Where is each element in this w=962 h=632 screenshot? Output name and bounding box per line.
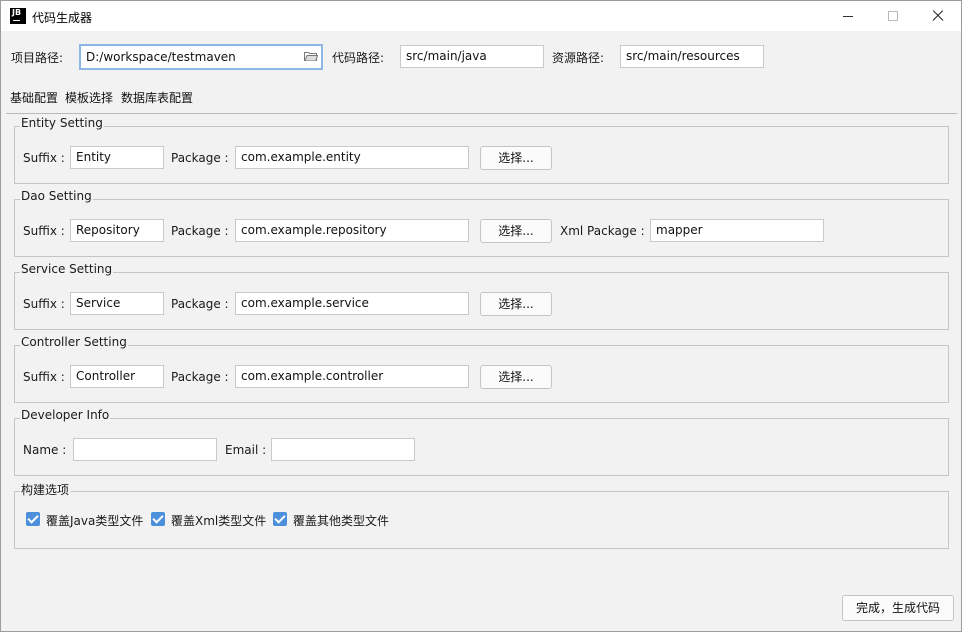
maximize-icon xyxy=(888,11,898,21)
override-java-checkbox[interactable] xyxy=(26,512,40,526)
maximize-button[interactable] xyxy=(870,1,916,31)
build-options-group: 构建选项 覆盖Java类型文件 覆盖Xml类型文件 覆盖其他类型文件 xyxy=(14,481,949,549)
controller-choose-button[interactable]: 选择... xyxy=(480,365,552,389)
resource-path-label: 资源路径: xyxy=(552,51,605,65)
service-package-input[interactable]: com.example.service xyxy=(235,292,469,315)
close-icon xyxy=(932,10,944,22)
entity-setting-group: Entity Setting Suffix : Entity Package :… xyxy=(14,116,949,184)
service-suffix-label: Suffix : xyxy=(23,297,65,311)
project-path-label: 项目路径: xyxy=(11,51,64,65)
tab-db-table-config[interactable]: 数据库表配置 xyxy=(121,89,193,106)
project-path-value: D:/workspace/testmaven xyxy=(86,50,236,64)
resource-path-input[interactable]: src/main/resources xyxy=(620,45,764,68)
controller-suffix-value: Controller xyxy=(76,369,136,383)
dao-suffix-label: Suffix : xyxy=(23,224,65,238)
controller-package-value: com.example.controller xyxy=(241,369,384,383)
entity-suffix-input[interactable]: Entity xyxy=(70,146,164,169)
dao-setting-title: Dao Setting xyxy=(20,189,93,203)
tab-template-select[interactable]: 模板选择 xyxy=(65,89,113,106)
build-options-title: 构建选项 xyxy=(20,481,71,498)
tab-bar: 基础配置 模板选择 数据库表配置 xyxy=(10,89,193,106)
minimize-button[interactable] xyxy=(825,1,871,31)
controller-package-label: Package : xyxy=(171,370,229,384)
controller-setting-group: Controller Setting Suffix : Controller P… xyxy=(14,335,949,403)
xml-package-label: Xml Package : xyxy=(560,224,645,238)
developer-info-group: Developer Info Name : Email : xyxy=(14,408,949,476)
entity-package-input[interactable]: com.example.entity xyxy=(235,146,469,169)
code-path-value: src/main/java xyxy=(406,49,487,63)
controller-package-input[interactable]: com.example.controller xyxy=(235,365,469,388)
override-xml-label[interactable]: 覆盖Xml类型文件 xyxy=(171,512,266,529)
developer-info-title: Developer Info xyxy=(20,408,111,422)
override-other-checkbox[interactable] xyxy=(273,512,287,526)
resource-path-value: src/main/resources xyxy=(626,49,740,63)
code-path-label: 代码路径: xyxy=(332,51,385,65)
controller-setting-title: Controller Setting xyxy=(20,335,128,349)
service-suffix-input[interactable]: Service xyxy=(70,292,164,315)
project-path-input[interactable]: D:/workspace/testmaven xyxy=(79,44,323,70)
dao-choose-button[interactable]: 选择... xyxy=(480,219,552,243)
service-choose-button[interactable]: 选择... xyxy=(480,292,552,316)
minimize-icon xyxy=(843,15,853,17)
entity-package-label: Package : xyxy=(171,151,229,165)
entity-choose-button[interactable]: 选择... xyxy=(480,146,552,170)
service-package-value: com.example.service xyxy=(241,296,369,310)
service-suffix-value: Service xyxy=(76,296,121,310)
entity-setting-title: Entity Setting xyxy=(20,116,104,130)
entity-suffix-label: Suffix : xyxy=(23,151,65,165)
override-other-label[interactable]: 覆盖其他类型文件 xyxy=(293,512,389,529)
tab-basic-config[interactable]: 基础配置 xyxy=(10,89,58,106)
controller-suffix-input[interactable]: Controller xyxy=(70,365,164,388)
developer-email-label: Email : xyxy=(225,443,267,457)
code-generator-window: JB 代码生成器 项目路径: D:/workspace/testmaven 代码… xyxy=(0,0,962,632)
controller-suffix-label: Suffix : xyxy=(23,370,65,384)
window-title: 代码生成器 xyxy=(32,11,93,25)
dao-setting-group: Dao Setting Suffix : Repository Package … xyxy=(14,189,949,257)
entity-package-value: com.example.entity xyxy=(241,150,361,164)
dao-suffix-input[interactable]: Repository xyxy=(70,219,164,242)
service-setting-group: Service Setting Suffix : Service Package… xyxy=(14,262,949,330)
app-logo-icon: JB xyxy=(10,8,26,24)
developer-name-label: Name : xyxy=(23,443,67,457)
developer-name-input[interactable] xyxy=(73,438,217,461)
tab-divider xyxy=(6,113,957,114)
dao-package-value: com.example.repository xyxy=(241,223,387,237)
folder-open-icon[interactable] xyxy=(304,51,318,61)
override-java-label[interactable]: 覆盖Java类型文件 xyxy=(46,512,143,529)
developer-email-input[interactable] xyxy=(271,438,415,461)
finish-generate-button[interactable]: 完成，生成代码 xyxy=(842,595,954,621)
service-setting-title: Service Setting xyxy=(20,262,114,276)
service-package-label: Package : xyxy=(171,297,229,311)
xml-package-value: mapper xyxy=(656,223,703,237)
override-xml-checkbox[interactable] xyxy=(151,512,165,526)
entity-suffix-value: Entity xyxy=(76,150,112,164)
dao-package-input[interactable]: com.example.repository xyxy=(235,219,469,242)
dao-package-label: Package : xyxy=(171,224,229,238)
xml-package-input[interactable]: mapper xyxy=(650,219,824,242)
close-button[interactable] xyxy=(915,1,961,31)
dao-suffix-value: Repository xyxy=(76,223,140,237)
title-bar: JB 代码生成器 xyxy=(1,1,961,31)
code-path-input[interactable]: src/main/java xyxy=(400,45,544,68)
